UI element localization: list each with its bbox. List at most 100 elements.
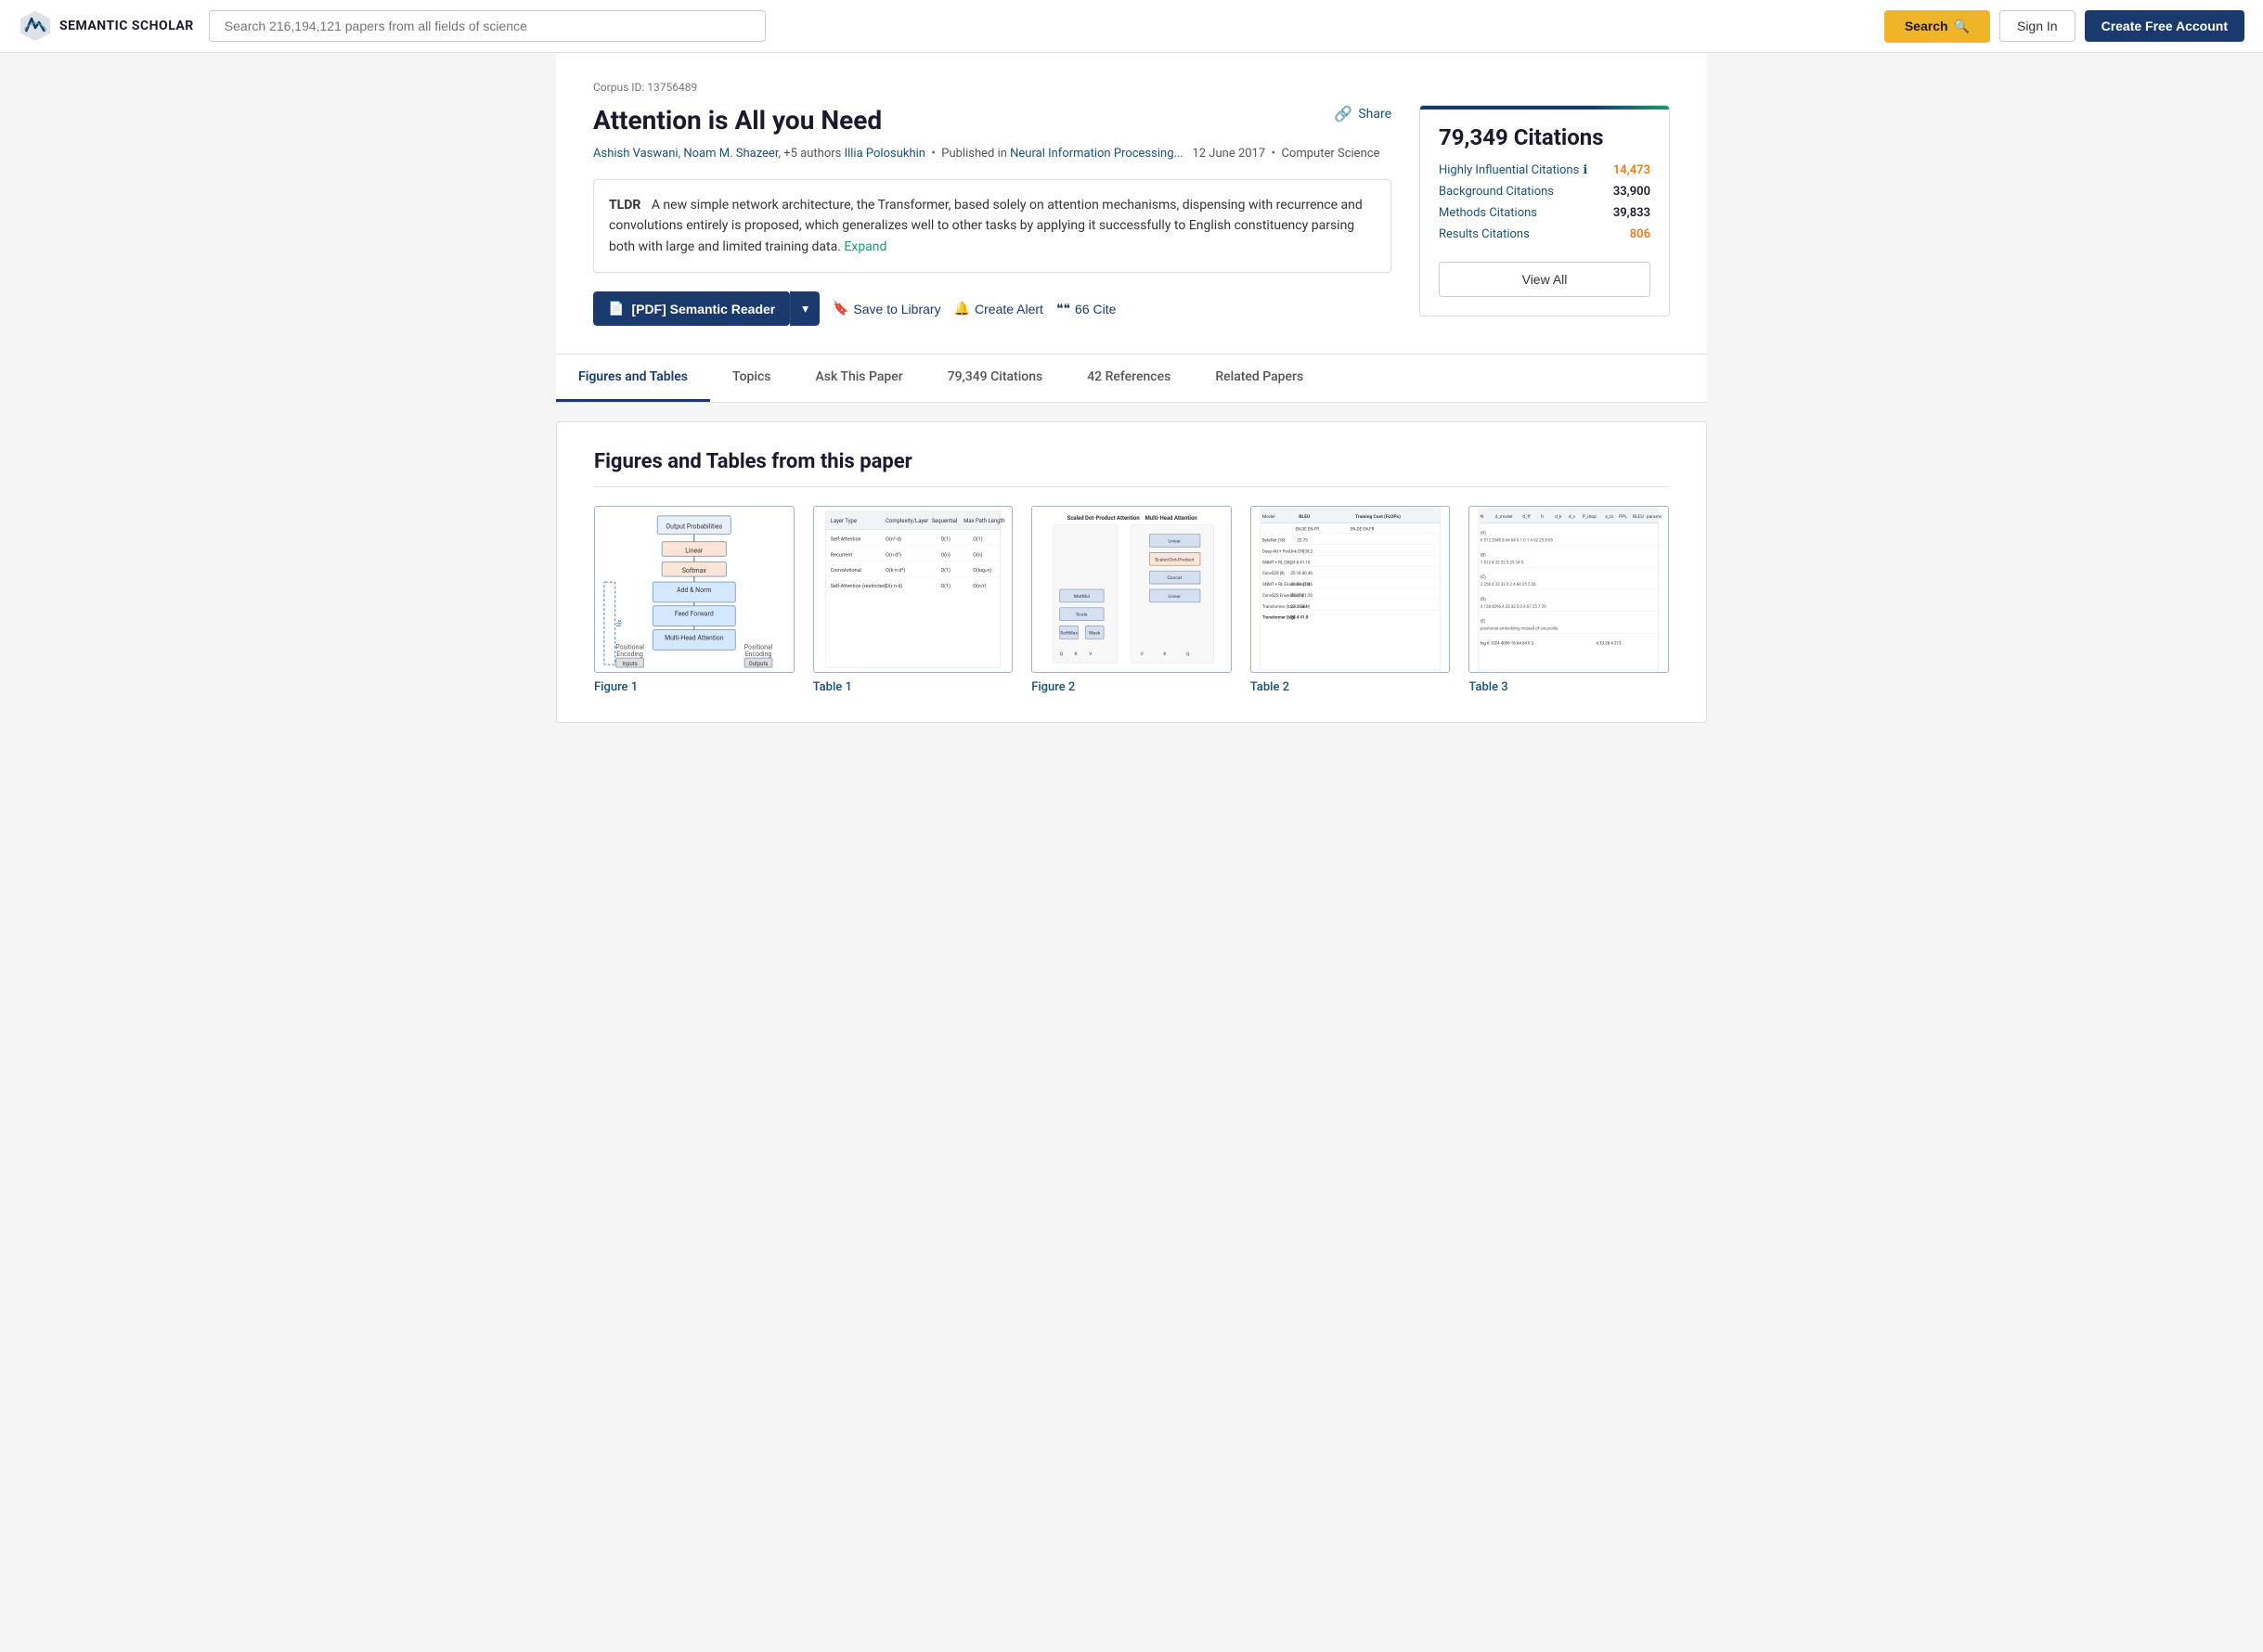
influential-label-text: Highly Influential Citations	[1439, 163, 1579, 177]
svg-text:2 256 4 32 32 0.2: 2 256 4 32 32 0.2 4.84 25.5 36	[1481, 582, 1536, 587]
search-input[interactable]	[209, 10, 766, 42]
svg-text:4.33 26.4 213: 4.33 26.4 213	[1597, 641, 1622, 647]
cite-button[interactable]: ❝❝ 66 Cite	[1056, 301, 1116, 316]
paper-title: Attention is All you Need	[593, 105, 882, 136]
pdf-dropdown-button[interactable]: ▾	[790, 291, 820, 326]
svg-text:big 6 1024 4096 16 64 64: big 6 1024 4096 16 64 64 0.3	[1481, 641, 1534, 647]
svg-text:1 512 4 32 32 5.2: 1 512 4 32 32 5.29 24.9	[1481, 560, 1524, 565]
share-icon: 🔗	[1334, 105, 1352, 123]
svg-text:Linear: Linear	[1169, 594, 1182, 600]
figure-card-1: Output Probabilities Linear Softmax Add …	[594, 506, 795, 694]
svg-text:Q: Q	[1186, 652, 1190, 657]
svg-text:(A): (A)	[1481, 530, 1486, 536]
figure-label-1[interactable]: Figure 1	[594, 680, 795, 694]
venue-link[interactable]: Neural Information Processing...	[1010, 147, 1183, 161]
tab-figures-tables[interactable]: Figures and Tables	[556, 355, 710, 402]
pdf-icon: 📄	[608, 301, 624, 316]
svg-text:Encoding: Encoding	[616, 651, 643, 658]
signin-button[interactable]: Sign In	[1999, 10, 2075, 42]
logo-text: SEMANTIC SCHOLAR	[59, 19, 194, 33]
citation-row-methods: Methods Citations 39,833	[1439, 206, 1650, 220]
figure-label-5[interactable]: Table 3	[1468, 680, 1669, 694]
svg-text:PPL: PPL	[1620, 514, 1628, 520]
figure-card-2: Layer Type Complexity/Layer Sequential M…	[813, 506, 1014, 694]
svg-text:N: N	[1481, 514, 1484, 520]
main-content: Corpus ID: 13756489 Attention is All you…	[537, 53, 1726, 723]
background-citations-value: 33,900	[1613, 185, 1650, 199]
view-all-button[interactable]: View All	[1439, 262, 1650, 297]
figure-label-2[interactable]: Table 1	[813, 680, 1014, 694]
create-account-button[interactable]: Create Free Account	[2085, 10, 2244, 42]
authors: Ashish Vaswani, Noam M. Shazeer, +5 auth…	[593, 147, 1391, 161]
create-alert-button[interactable]: 🔔 Create Alert	[954, 301, 1043, 316]
svg-text:Q: Q	[1060, 652, 1064, 657]
svg-text:6 512 2048 8 64 64 0.1: 6 512 2048 8 64 64 0.1 0.1 4.92 25.8 65	[1481, 538, 1554, 544]
logo-icon	[19, 9, 52, 43]
citation-row-background: Background Citations 33,900	[1439, 185, 1650, 199]
background-citations-label[interactable]: Background Citations	[1439, 185, 1554, 199]
svg-text:28.4 41.8: 28.4 41.8	[1290, 615, 1308, 621]
author-ashish[interactable]: Ashish Vaswani	[593, 147, 679, 161]
svg-text:Convolutional: Convolutional	[830, 568, 860, 574]
svg-text:Deep-Att + PosUnk [39]: Deep-Att + PosUnk [39]	[1262, 549, 1304, 555]
svg-text:O(n·d²): O(n·d²)	[886, 552, 901, 559]
share-button[interactable]: 🔗 Share	[1334, 105, 1391, 123]
figure-image-2[interactable]: Layer Type Complexity/Layer Sequential M…	[813, 506, 1014, 673]
expand-link[interactable]: Expand	[844, 239, 886, 254]
svg-text:Output Probabilities: Output Probabilities	[666, 523, 722, 531]
svg-text:Max Path Length: Max Path Length	[963, 518, 1005, 524]
svg-text:ConvS2S [9]: ConvS2S [9]	[1262, 570, 1285, 576]
citations-card: 79,349 Citations Highly Influential Cita…	[1419, 105, 1670, 316]
tabs-section: Figures and Tables Topics Ask This Paper…	[556, 354, 1707, 403]
authors-more: +5 authors	[783, 147, 844, 161]
svg-text:Self-Attention: Self-Attention	[830, 536, 860, 543]
author-noam[interactable]: Noam M. Shazeer	[683, 147, 778, 161]
search-bar	[209, 10, 766, 42]
svg-text:Self-Attention (restricted): Self-Attention (restricted)	[830, 583, 886, 589]
svg-text:Positional: Positional	[744, 643, 773, 651]
tab-topics[interactable]: Topics	[710, 355, 793, 402]
svg-text:O(1): O(1)	[940, 536, 950, 543]
figure-label-4[interactable]: Table 2	[1250, 680, 1451, 694]
pdf-label: [PDF] Semantic Reader	[631, 302, 775, 316]
figure-image-5[interactable]: N d_model d_ff h d_k d_v P_drop ε_ls PPL…	[1468, 506, 1669, 673]
svg-text:4 128 4096 4 32 32 0.0: 4 128 4096 4 32 32 0.0 4.67 25.7 29	[1481, 604, 1546, 610]
header: SEMANTIC SCHOLAR Search 🔍 Sign In Create…	[0, 0, 2263, 53]
svg-text:O(n/r): O(n/r)	[973, 583, 987, 589]
abstract: TLDR A new simple network architecture, …	[593, 179, 1391, 273]
figure-image-3[interactable]: Scaled Dot-Product Attention Multi-Head …	[1031, 506, 1232, 673]
tab-ask-paper[interactable]: Ask This Paper	[793, 355, 925, 402]
search-button[interactable]: Search 🔍	[1884, 10, 1990, 43]
svg-text:BLEU: BLEU	[1633, 514, 1644, 520]
methods-citations-label[interactable]: Methods Citations	[1439, 206, 1537, 220]
svg-text:25.16 40.46: 25.16 40.46	[1290, 571, 1313, 576]
figure-image-4[interactable]: BLEU Training Cost (FLOPs) Model EN-DE E…	[1250, 506, 1451, 673]
figure-label-3[interactable]: Figure 2	[1031, 680, 1232, 694]
svg-text:Scaled Dot-Product: Scaled Dot-Product	[1155, 558, 1195, 563]
svg-text:d_k: d_k	[1555, 514, 1562, 520]
tab-related-papers[interactable]: Related Papers	[1193, 355, 1325, 402]
paper-info: Attention is All you Need 🔗 Share Ashish…	[593, 105, 1391, 326]
svg-text:O(n): O(n)	[940, 552, 950, 559]
svg-text:O(n): O(n)	[973, 552, 983, 559]
figure-image-1[interactable]: Output Probabilities Linear Softmax Add …	[594, 506, 795, 673]
tab-citations[interactable]: 79,349 Citations	[925, 355, 1065, 402]
svg-text:(C): (C)	[1481, 574, 1486, 580]
svg-text:O(1): O(1)	[940, 567, 950, 574]
influential-citations-label[interactable]: Highly Influential Citations ℹ	[1439, 163, 1587, 177]
save-label: Save to Library	[853, 302, 940, 316]
author-illia[interactable]: Illia Polosukhin	[845, 147, 925, 161]
svg-text:Layer Type: Layer Type	[830, 518, 856, 524]
quote-icon: ❝❝	[1056, 301, 1070, 316]
save-library-button[interactable]: 🔖 Save to Library	[833, 301, 941, 316]
svg-text:EN-DE EN-FR: EN-DE EN-FR	[1295, 527, 1319, 533]
svg-text:h: h	[1542, 514, 1545, 520]
svg-text:Nx: Nx	[616, 619, 624, 627]
svg-text:Training Cost (FLOPs): Training Cost (FLOPs)	[1355, 513, 1401, 520]
tab-references[interactable]: 42 References	[1065, 355, 1193, 402]
svg-text:Outputs: Outputs	[749, 661, 769, 667]
svg-text:Scaled Dot-Product Attention: Scaled Dot-Product Attention	[1067, 515, 1141, 522]
pdf-button[interactable]: 📄 [PDF] Semantic Reader	[593, 291, 790, 326]
results-citations-label[interactable]: Results Citations	[1439, 227, 1530, 241]
paper-section: Corpus ID: 13756489 Attention is All you…	[556, 53, 1707, 354]
